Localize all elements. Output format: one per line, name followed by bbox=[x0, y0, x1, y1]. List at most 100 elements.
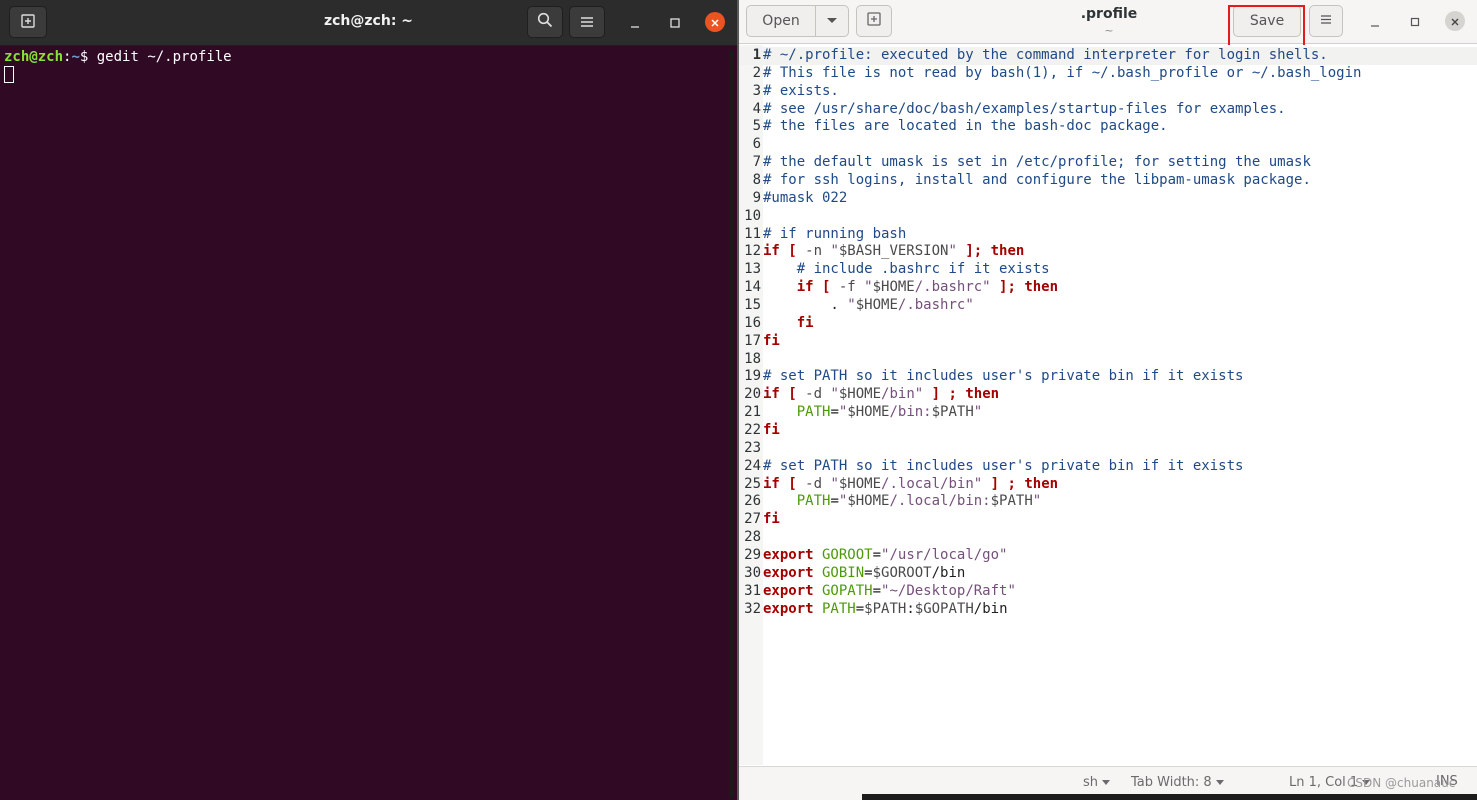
line-number: 24 bbox=[744, 457, 761, 474]
code-token: $GOPATH bbox=[914, 600, 974, 617]
code-token: if [ bbox=[763, 279, 831, 296]
code-line[interactable]: 19 # set PATH so it includes user's priva… bbox=[739, 368, 1361, 386]
code-token: ] ; then bbox=[982, 475, 1059, 492]
code-line[interactable]: 29 export GOROOT="/usr/local/go" bbox=[739, 547, 1361, 565]
code-token: $HOME bbox=[847, 404, 890, 421]
tab-width-selector[interactable]: Tab Width: 8 bbox=[1131, 775, 1224, 790]
code-line[interactable]: 1 # ~/.profile: executed by the command i… bbox=[739, 47, 1361, 65]
code-line[interactable]: 32 export PATH=$PATH:$GOPATH/bin bbox=[739, 601, 1361, 619]
code-line[interactable]: 2 # This file is not read by bash(1), if … bbox=[739, 65, 1362, 83]
line-number: 14 bbox=[744, 279, 761, 296]
gedit-minimize-button[interactable] bbox=[1365, 12, 1385, 32]
new-document-button[interactable] bbox=[856, 5, 892, 37]
code-token: /bin bbox=[973, 600, 1008, 617]
code-token: = bbox=[864, 564, 873, 581]
code-line[interactable]: 9 #umask 022 bbox=[739, 190, 1361, 208]
prompt-user: zch@zch bbox=[4, 49, 64, 65]
maximize-button[interactable] bbox=[665, 12, 685, 32]
open-button-label: Open bbox=[762, 13, 800, 29]
maximize-icon bbox=[1410, 12, 1420, 31]
line-number: 10 bbox=[744, 207, 761, 224]
terminal-scrollbar[interactable] bbox=[729, 50, 734, 798]
terminal-cursor bbox=[4, 66, 14, 83]
close-button[interactable] bbox=[705, 12, 725, 32]
line-number: 21 bbox=[744, 404, 761, 421]
code-token: GOPATH bbox=[813, 582, 873, 599]
close-icon bbox=[1450, 12, 1460, 31]
code-line[interactable]: 30 export GOBIN=$GOROOT/bin bbox=[739, 565, 1361, 583]
code-token: PATH bbox=[763, 493, 831, 510]
code-line[interactable]: 16 fi bbox=[739, 315, 1361, 333]
document-title: .profile bbox=[1080, 6, 1138, 22]
code-token: /.local/bin: bbox=[889, 493, 991, 510]
search-button[interactable] bbox=[527, 6, 563, 38]
code-token: $GOROOT bbox=[872, 564, 932, 581]
code-line[interactable]: 4 # see /usr/share/doc/bash/examples/star… bbox=[739, 101, 1361, 119]
code-line[interactable]: 18 bbox=[739, 351, 1361, 369]
gedit-menu-button[interactable] bbox=[1309, 5, 1343, 37]
code-line[interactable]: 14 if [ -f "$HOME/.bashrc" ]; then bbox=[739, 279, 1361, 297]
language-selector[interactable]: sh bbox=[1083, 775, 1111, 790]
chevron-down-icon bbox=[826, 13, 838, 29]
code-line[interactable]: 15 . "$HOME/.bashrc" bbox=[739, 297, 1361, 315]
code-token: GOBIN bbox=[813, 564, 865, 581]
code-line[interactable]: 13 # include .bashrc if it exists bbox=[739, 261, 1361, 279]
code-token: # the files are located in the bash-doc … bbox=[763, 118, 1168, 135]
menu-button[interactable] bbox=[569, 6, 605, 38]
text-editor[interactable]: 1 # ~/.profile: executed by the command i… bbox=[739, 45, 1477, 765]
code-token: "~/Desktop/Raft" bbox=[881, 582, 1016, 599]
code-line[interactable]: 3 # exists. bbox=[739, 83, 1361, 101]
code-token: $PATH bbox=[990, 493, 1033, 510]
code-token: fi bbox=[763, 422, 780, 439]
code-line[interactable]: 31 export GOPATH="~/Desktop/Raft" bbox=[739, 583, 1361, 601]
code-line[interactable]: 21 PATH="$HOME/bin:$PATH" bbox=[739, 404, 1361, 422]
code-token: # see /usr/share/doc/bash/examples/start… bbox=[763, 100, 1286, 117]
line-number: 27 bbox=[744, 511, 761, 528]
code-content[interactable]: 1 # ~/.profile: executed by the command i… bbox=[739, 47, 1361, 619]
code-token: PATH bbox=[813, 600, 856, 617]
line-number: 3 bbox=[752, 82, 761, 99]
open-button[interactable]: Open bbox=[746, 5, 816, 37]
code-token: " bbox=[847, 297, 856, 314]
code-line[interactable]: 20 if [ -d "$HOME/bin" ] ; then bbox=[739, 386, 1361, 404]
code-line[interactable]: 12 if [ -n "$BASH_VERSION" ]; then bbox=[739, 243, 1361, 261]
line-number: 5 bbox=[752, 118, 761, 135]
code-token: " bbox=[830, 243, 839, 260]
code-line[interactable]: 5 # the files are located in the bash-doc… bbox=[739, 118, 1361, 136]
code-line[interactable]: 28 bbox=[739, 529, 1361, 547]
maximize-icon bbox=[670, 13, 680, 32]
code-line[interactable]: 26 PATH="$HOME/.local/bin:$PATH" bbox=[739, 493, 1361, 511]
code-line[interactable]: 27 fi bbox=[739, 511, 1361, 529]
line-number: 22 bbox=[744, 422, 761, 439]
open-dropdown-button[interactable] bbox=[815, 5, 849, 37]
minimize-icon bbox=[630, 14, 640, 33]
code-line[interactable]: 22 fi bbox=[739, 422, 1361, 440]
save-highlight-annotation bbox=[1228, 5, 1305, 48]
code-token: -d bbox=[796, 386, 831, 403]
code-token: -d bbox=[796, 475, 831, 492]
line-number: 18 bbox=[744, 350, 761, 367]
code-token: . bbox=[763, 297, 848, 314]
code-token: = bbox=[830, 404, 839, 421]
terminal-output[interactable]: zch@zch:~$ gedit ~/.profile bbox=[4, 48, 232, 84]
gedit-maximize-button[interactable] bbox=[1405, 11, 1425, 31]
code-line[interactable]: 24 # set PATH so it includes user's priva… bbox=[739, 458, 1361, 476]
code-token: $HOME bbox=[838, 386, 882, 403]
code-line[interactable]: 8 # for ssh logins, install and configure… bbox=[739, 172, 1361, 190]
language-label: sh bbox=[1083, 775, 1099, 790]
code-line[interactable]: 25 if [ -d "$HOME/.local/bin" ] ; then bbox=[739, 476, 1361, 494]
code-line[interactable]: 17 fi bbox=[739, 333, 1361, 351]
code-token: export bbox=[763, 564, 814, 581]
line-number: 1 bbox=[752, 47, 761, 63]
code-line[interactable]: 11 # if running bash bbox=[739, 226, 1361, 244]
code-line[interactable]: 7 # the default umask is set in /etc/prof… bbox=[739, 154, 1361, 172]
search-icon bbox=[537, 12, 553, 32]
minimize-button[interactable] bbox=[625, 13, 645, 33]
code-token: $BASH_VERSION bbox=[838, 243, 949, 260]
code-line[interactable]: 23 bbox=[739, 440, 1361, 458]
code-token: GOROOT bbox=[813, 547, 873, 564]
close-icon bbox=[710, 13, 720, 32]
code-line[interactable]: 10 bbox=[739, 208, 1361, 226]
code-line[interactable]: 6 bbox=[739, 136, 1361, 154]
gedit-close-button[interactable] bbox=[1445, 11, 1465, 31]
